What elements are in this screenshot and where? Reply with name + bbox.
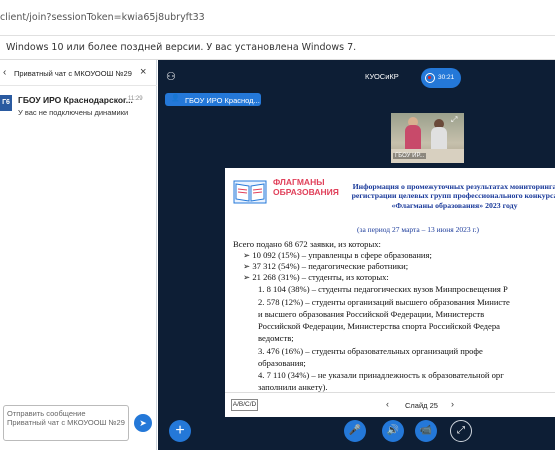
slide-line: Российской Федерации, Министерства спорт… xyxy=(258,321,500,331)
slide-line: 3. 476 (16%) – студенты образовательных … xyxy=(258,346,483,356)
actions-plus-button[interactable]: + xyxy=(169,420,191,442)
user-icon: 👤 xyxy=(171,95,180,102)
next-slide-icon[interactable]: › xyxy=(451,399,454,409)
speaker-button[interactable]: 🔊 xyxy=(382,420,404,442)
slide-subtitle: (за период 27 марта – 13 июня 2023 г.) xyxy=(357,225,480,234)
slide-line: 2. 578 (12%) – студенты организаций высш… xyxy=(258,297,510,307)
presentation-stage: ⚇ КУОСиКР 30:21 👤 ГБОУ ИРО Краснод... ГБ… xyxy=(158,60,555,450)
slide-line: Всего подано 68 672 заявки, из которых: xyxy=(233,239,381,249)
webcam-label: ГБОУ ИР... xyxy=(393,153,427,159)
users-icon[interactable]: ⚇ xyxy=(166,70,176,83)
close-icon[interactable]: × xyxy=(140,66,146,78)
message-time: 11:29 xyxy=(128,96,143,102)
slide-line: заполнили анкету). xyxy=(258,382,328,392)
slide-line: и высшего образования Российской Федерац… xyxy=(258,309,485,319)
slide-title: Информация о промежуточных результатах м… xyxy=(351,182,555,210)
chat-header: ‹ Приватный чат с МКОУООШ №29 × xyxy=(0,60,157,86)
avatar: Г6 xyxy=(0,95,12,111)
conference-title: КУОСиКР xyxy=(365,72,399,81)
browser-warning-text: Windows 10 или более поздней версии. У в… xyxy=(6,42,357,53)
slide-line: 1. 8 104 (38%) – студенты педагогических… xyxy=(258,284,508,294)
send-icon: ➤ xyxy=(139,418,147,428)
slide-line: 4. 7 110 (34%) – не указали принадлежнос… xyxy=(258,370,504,380)
slide-number-select[interactable]: Слайд 25 xyxy=(405,401,438,410)
chat-message-input[interactable]: Отправить сообщение Приватный чат с МКОУ… xyxy=(3,405,129,441)
logo-text: ФЛАГМАНЫ ОБРАЗОВАНИЯ xyxy=(273,177,339,197)
chat-panel: ‹ Приватный чат с МКОУООШ №29 × Г6 ГБОУ … xyxy=(0,60,157,450)
record-indicator[interactable]: 30:21 xyxy=(421,68,461,88)
microphone-button[interactable]: 🎤 xyxy=(344,420,366,442)
microphone-icon: 🎤 xyxy=(348,425,362,436)
plus-icon: + xyxy=(175,422,185,439)
slide-line: ➢ 21 268 (31%) – студенты, из которых: xyxy=(243,272,389,282)
message-text: У вас не подключены динамики xyxy=(18,108,129,117)
send-button[interactable]: ➤ xyxy=(134,414,152,432)
slide-line: ведомств; xyxy=(258,333,294,343)
prev-slide-icon[interactable]: ‹ xyxy=(386,399,389,409)
browser-url[interactable]: client/join?sessionToken=kwia65j8ubryft3… xyxy=(0,12,205,23)
camera-button[interactable]: 📹 xyxy=(415,420,437,442)
message-sender: ГБОУ ИРО Краснодарског... xyxy=(18,95,133,105)
browser-address-bar[interactable]: client/join?sessionToken=kwia65j8ubryft3… xyxy=(0,0,555,36)
presenter-badge: 👤 ГБОУ ИРО Краснод... xyxy=(165,93,261,106)
back-chevron-icon[interactable]: ‹ xyxy=(3,67,6,78)
lang-indicator: A/B/C/D xyxy=(231,399,258,411)
share-screen-button[interactable]: ⤢ xyxy=(450,420,472,442)
slide-line: образования; xyxy=(258,358,306,368)
camera-icon: 📹 xyxy=(419,425,433,436)
chat-title: Приватный чат с МКОУООШ №29 xyxy=(14,69,132,78)
expand-icon[interactable]: ⤢ xyxy=(451,115,457,125)
slide-line: ➢ 37 312 (54%) – педагогические работник… xyxy=(243,261,409,271)
share-screen-icon: ⤢ xyxy=(457,425,465,436)
slide-line: ➢ 10 092 (15%) – управленцы в сфере обра… xyxy=(243,250,432,260)
presenter-name: ГБОУ ИРО Краснод... xyxy=(185,96,260,105)
record-icon xyxy=(425,73,435,83)
browser-warning-bar: Windows 10 или более поздней версии. У в… xyxy=(0,36,555,60)
record-time: 30:21 xyxy=(438,74,455,81)
slide-navigation: A/B/C/D ‹ Слайд 25 › xyxy=(225,392,555,417)
logo-icon xyxy=(233,180,267,204)
speaker-icon: 🔊 xyxy=(386,425,400,436)
presentation-slide: ФЛАГМАНЫ ОБРАЗОВАНИЯ Информация о промеж… xyxy=(225,168,555,392)
webcam-video[interactable]: ГБОУ ИР... ⤢ xyxy=(391,113,464,163)
